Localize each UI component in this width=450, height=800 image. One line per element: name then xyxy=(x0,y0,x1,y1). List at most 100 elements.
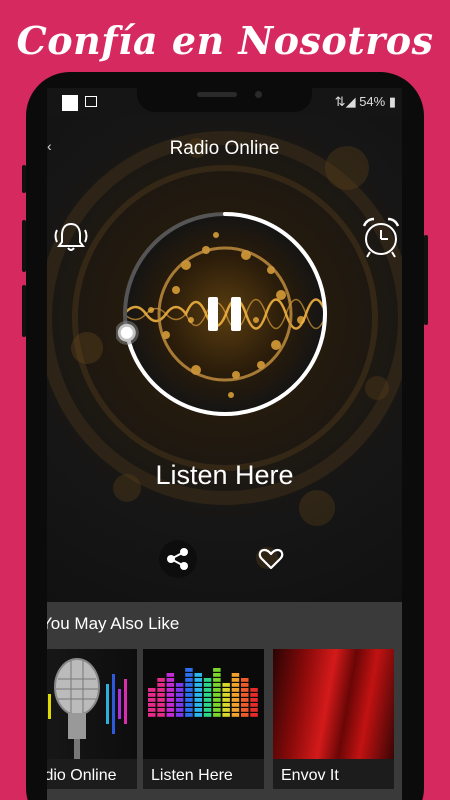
equalizer-bar xyxy=(185,673,193,677)
equalizer-bar xyxy=(194,713,202,717)
equalizer-bar xyxy=(194,703,202,707)
equalizer-bar xyxy=(231,708,240,712)
station-card[interactable]: Listen Here xyxy=(143,649,264,789)
equalizer-bar xyxy=(185,713,193,717)
equalizer-bar xyxy=(185,678,193,682)
equalizer-bar xyxy=(185,703,193,707)
equalizer-bar xyxy=(166,698,175,702)
equalizer-bar xyxy=(250,713,258,717)
equalizer-bar xyxy=(175,693,184,697)
equalizer-bar xyxy=(213,693,221,697)
equalizer-bar xyxy=(222,708,230,712)
red-curtain-thumbnail xyxy=(273,649,394,759)
station-card-label: Radio Online xyxy=(47,767,117,784)
equalizer-bar xyxy=(231,688,240,692)
equalizer-bar xyxy=(175,688,184,692)
equalizer-bar xyxy=(148,703,156,707)
alarm-clock-icon[interactable] xyxy=(359,214,402,265)
status-right: ⇅◢ 54% ▮ xyxy=(335,94,396,110)
share-icon[interactable] xyxy=(159,540,197,578)
equalizer-bar xyxy=(203,678,212,682)
battery-percent: 54% xyxy=(359,94,386,109)
equalizer-bar xyxy=(213,713,221,717)
equalizer-bar xyxy=(194,708,202,712)
equalizer-bar xyxy=(250,703,258,707)
player-progress-ring[interactable] xyxy=(114,205,334,423)
equalizer-bar xyxy=(231,698,240,702)
station-card-label: Envov It xyxy=(281,767,339,784)
equalizer-bar xyxy=(175,683,184,687)
equalizer-bar xyxy=(231,673,240,677)
equalizer-bar xyxy=(157,698,165,702)
equalizer-bar xyxy=(175,703,184,707)
equalizer-bar xyxy=(148,688,156,692)
equalizer-bar xyxy=(231,703,240,707)
equalizer-bar xyxy=(157,678,165,682)
phone-notch xyxy=(137,88,312,112)
equalizer-bar xyxy=(222,688,230,692)
equalizer-bar xyxy=(166,693,175,697)
equalizer-bar xyxy=(194,688,202,692)
equalizer-bar xyxy=(166,678,175,682)
equalizer-bar xyxy=(166,683,175,687)
equalizer-bar xyxy=(148,698,156,702)
recommendations-section: You May Also Like dio Online Listen Here… xyxy=(47,602,402,800)
equalizer-bar xyxy=(222,703,230,707)
microphone-thumbnail xyxy=(47,649,137,759)
progress-knob xyxy=(114,320,139,345)
equalizer-bar xyxy=(175,708,184,712)
equalizer-bar xyxy=(166,708,175,712)
equalizer-bar xyxy=(203,703,212,707)
equalizer-bar xyxy=(222,693,230,697)
equalizer-bar xyxy=(185,688,193,692)
equalizer-bar xyxy=(213,673,221,677)
equalizer-bar xyxy=(213,703,221,707)
equalizer-bar xyxy=(241,708,249,712)
station-card[interactable]: Radio Online xyxy=(47,649,137,789)
battery-icon: ▮ xyxy=(388,94,396,109)
equalizer-bar xyxy=(241,683,249,687)
phone-side-button xyxy=(22,220,26,272)
station-card-label: Listen Here xyxy=(151,767,233,784)
equalizer-bar xyxy=(175,713,184,717)
equalizer-bar xyxy=(194,673,202,677)
equalizer-bar xyxy=(157,688,165,692)
equalizer-bar xyxy=(157,693,165,697)
phone-side-button xyxy=(22,165,26,193)
equalizer-bar xyxy=(185,698,193,702)
equalizer-bar xyxy=(157,713,165,717)
equalizer-bar xyxy=(203,698,212,702)
bell-ring-icon[interactable] xyxy=(50,216,92,263)
equalizer-bar xyxy=(185,708,193,712)
app-screen: ⇅◢ 54% ▮ ‹ Radio Online Listen Here You … xyxy=(47,88,402,800)
equalizer-bar xyxy=(250,698,258,702)
equalizer-bar xyxy=(250,708,258,712)
app-title: Radio Online xyxy=(169,138,280,159)
player-background: ⇅◢ 54% ▮ ‹ Radio Online Listen Here xyxy=(47,88,402,602)
equalizer-bar xyxy=(157,708,165,712)
heart-icon[interactable] xyxy=(252,540,290,578)
equalizer-bar xyxy=(241,688,249,692)
equalizer-bar xyxy=(222,713,230,717)
equalizer-bar xyxy=(166,703,175,707)
equalizer-bar xyxy=(222,683,230,687)
equalizer-bar xyxy=(250,688,258,692)
equalizer-bar xyxy=(203,713,212,717)
equalizer-bar xyxy=(231,678,240,682)
equalizer-bar xyxy=(213,683,221,687)
equalizer-bar xyxy=(203,693,212,697)
equalizer-bar xyxy=(185,668,193,672)
phone-power-button xyxy=(424,235,428,325)
image-notification-icon xyxy=(85,96,97,107)
equalizer-bar xyxy=(231,683,240,687)
equalizer-bar xyxy=(148,693,156,697)
equalizer-bar xyxy=(166,673,175,677)
station-name: Listen Here xyxy=(155,460,294,490)
equalizer-bar xyxy=(213,678,221,682)
equalizer-bar xyxy=(231,713,240,717)
equalizer-bar xyxy=(222,698,230,702)
equalizer-bar xyxy=(185,683,193,687)
station-card[interactable]: Envov It xyxy=(273,649,394,789)
equalizer-bar xyxy=(166,688,175,692)
notification-square-icon xyxy=(62,95,78,111)
